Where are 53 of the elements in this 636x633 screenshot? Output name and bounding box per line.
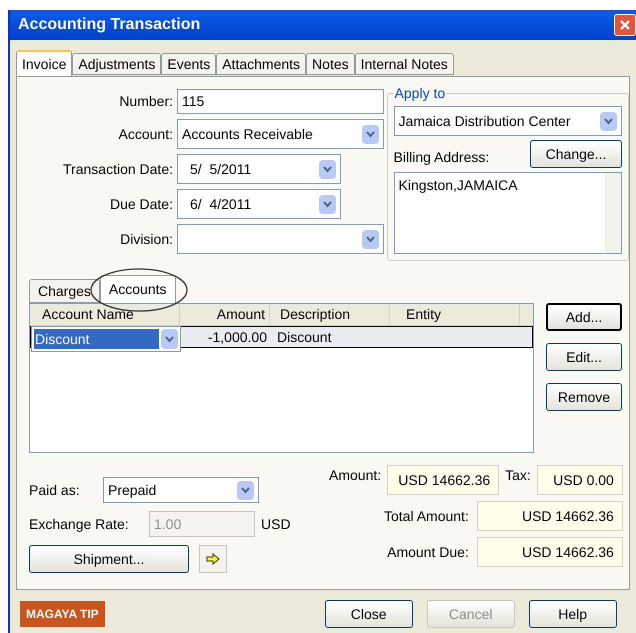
field-label: Number: xyxy=(118,92,173,111)
field-label: Tax: xyxy=(505,466,531,485)
window-title: Accounting Transaction xyxy=(18,15,200,35)
dialog-button[interactable]: Help xyxy=(528,600,617,628)
date-picker[interactable]: 6/ 4/2011 xyxy=(177,189,341,219)
field-label: Transaction Date: xyxy=(62,160,173,178)
text-field[interactable]: 115 xyxy=(177,89,384,114)
currency-label: USD xyxy=(261,514,291,534)
close-icon[interactable] xyxy=(614,14,636,36)
amount-due-value: USD 14662.36 xyxy=(476,537,623,567)
group-title: Apply to xyxy=(394,84,446,103)
dropdown[interactable] xyxy=(177,224,384,254)
action-button[interactable]: Add... xyxy=(546,303,622,331)
field-label: Amount Due: xyxy=(387,542,469,562)
tab[interactable]: Attachments xyxy=(216,53,306,75)
tip-badge[interactable]: MAGAYA TIP xyxy=(20,601,105,627)
date-picker[interactable]: 5/ 5/2011 xyxy=(177,154,341,184)
field-label: Paid as: xyxy=(29,480,81,500)
shipment-button[interactable]: Shipment... xyxy=(29,545,189,573)
field-label: Division: xyxy=(119,230,173,248)
address-field[interactable]: Kingston,JAMAICA xyxy=(394,172,622,254)
action-button[interactable]: Remove xyxy=(546,383,622,411)
tax-value: USD 0.00 xyxy=(536,465,623,495)
amount-value: USD 14662.36 xyxy=(387,465,500,495)
change-button[interactable]: Change... xyxy=(530,140,622,168)
action-button[interactable]: Edit... xyxy=(546,343,622,371)
tab[interactable]: Notes xyxy=(306,53,355,75)
tab[interactable]: Internal Notes xyxy=(354,53,454,75)
field-label: Billing Address: xyxy=(394,148,490,167)
field-label: Exchange Rate: xyxy=(29,514,130,534)
scrollbar[interactable] xyxy=(605,173,621,253)
dialog-button[interactable]: Close xyxy=(324,600,413,628)
column-header[interactable]: Entity xyxy=(390,304,520,325)
table-cell-text: Discount xyxy=(276,328,332,346)
dropdown[interactable]: Jamaica Distribution Center xyxy=(394,106,622,136)
tab[interactable]: Charges xyxy=(29,279,100,303)
dropdown[interactable]: Accounts Receivable xyxy=(177,119,384,149)
field-label: Due Date: xyxy=(108,194,173,214)
field-label: Account: xyxy=(118,124,173,144)
tab[interactable]: Accounts xyxy=(100,275,176,303)
total-value: USD 14662.36 xyxy=(476,501,623,531)
dropdown[interactable]: Prepaid xyxy=(103,477,259,503)
column-header[interactable]: Account Name xyxy=(30,304,180,325)
arrow-right-icon[interactable] xyxy=(199,545,227,573)
tab[interactable]: Events xyxy=(161,53,216,75)
field-label: Amount: xyxy=(329,466,382,485)
column-header[interactable]: Amount xyxy=(180,304,270,325)
table-cell-text: -1,000.00 xyxy=(206,328,268,346)
dropdown[interactable]: Discount xyxy=(31,326,181,352)
tab[interactable]: Adjustments xyxy=(72,53,162,75)
column-header[interactable]: Description xyxy=(270,304,390,325)
field-label: Total Amount: xyxy=(384,506,469,526)
tab[interactable]: Invoice xyxy=(16,50,72,76)
